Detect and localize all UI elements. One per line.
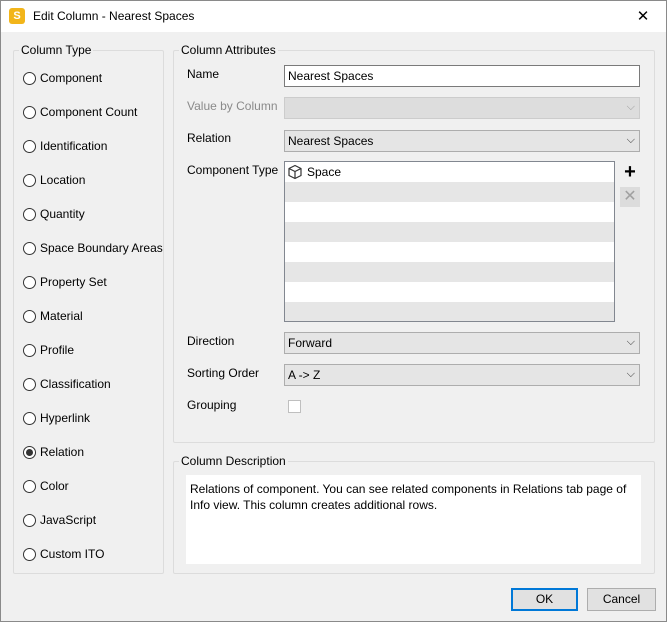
radio-color[interactable]: Color <box>23 478 69 494</box>
relation-label: Relation <box>187 131 232 145</box>
radio-label: Relation <box>40 445 85 459</box>
radio-indicator[interactable] <box>23 241 36 255</box>
window-title: Edit Column - Nearest Spaces <box>33 9 195 23</box>
ok-button[interactable]: OK <box>511 588 578 611</box>
direction-label: Direction <box>187 334 235 348</box>
cube-icon <box>288 164 302 180</box>
chevron-down-icon: ⌵ <box>626 336 635 348</box>
direction-select[interactable]: Forward ⌵ <box>284 332 640 354</box>
grouping-label: Grouping <box>187 398 237 412</box>
list-item[interactable]: Space <box>285 162 614 182</box>
radio-label: Quantity <box>40 207 85 221</box>
chevron-down-icon: ⌵ <box>626 368 635 380</box>
name-label: Name <box>187 67 220 81</box>
radio-indicator[interactable] <box>23 343 36 357</box>
value-by-column-select[interactable]: ⌵ <box>284 97 640 119</box>
radio-label: Custom ITO <box>40 547 105 561</box>
relation-select[interactable]: Nearest Spaces ⌵ <box>284 130 640 152</box>
radio-identification[interactable]: Identification <box>23 138 107 154</box>
radio-label: Component Count <box>40 105 138 119</box>
radio-indicator[interactable] <box>23 479 36 493</box>
list-item[interactable] <box>285 222 614 242</box>
edit-column-dialog: S Edit Column - Nearest Spaces ✕ Column … <box>0 0 667 622</box>
radio-label: Color <box>40 479 69 493</box>
radio-space-boundary-areas[interactable]: Space Boundary Areas <box>23 240 163 256</box>
radio-indicator[interactable] <box>23 377 36 391</box>
radio-indicator[interactable] <box>23 547 36 561</box>
radio-indicator[interactable] <box>23 173 36 187</box>
list-item-label: Space <box>307 165 342 179</box>
sorting-order-label: Sorting Order <box>187 366 260 380</box>
relation-value: Nearest Spaces <box>288 134 374 148</box>
cancel-button[interactable]: Cancel <box>587 588 656 611</box>
radio-property-set[interactable]: Property Set <box>23 274 107 290</box>
radio-hyperlink[interactable]: Hyperlink <box>23 410 90 426</box>
radio-indicator[interactable] <box>23 139 36 153</box>
column-attributes-legend: Column Attributes <box>179 43 278 57</box>
direction-value: Forward <box>288 336 333 350</box>
column-description-legend: Column Description <box>179 454 288 468</box>
title-bar: S Edit Column - Nearest Spaces ✕ <box>1 1 666 32</box>
column-type-legend: Column Type <box>19 43 94 57</box>
radio-profile[interactable]: Profile <box>23 342 74 358</box>
close-button[interactable]: ✕ <box>620 1 666 32</box>
radio-label: Material <box>40 309 83 323</box>
remove-component-type-button[interactable]: ✕ <box>620 187 640 207</box>
list-item[interactable] <box>285 302 614 321</box>
list-item[interactable] <box>285 262 614 282</box>
radio-indicator[interactable] <box>23 309 36 323</box>
radio-indicator[interactable] <box>23 105 36 119</box>
radio-location[interactable]: Location <box>23 172 85 188</box>
radio-indicator[interactable] <box>23 275 36 289</box>
radio-indicator[interactable] <box>23 411 36 425</box>
add-component-type-button[interactable]: + <box>620 162 640 182</box>
radio-custom-ito[interactable]: Custom ITO <box>23 546 104 562</box>
radio-relation[interactable]: Relation <box>23 444 84 460</box>
radio-label: Property Set <box>40 275 107 289</box>
sorting-order-value: A -> Z <box>288 368 321 382</box>
radio-indicator[interactable] <box>23 513 36 527</box>
radio-indicator[interactable] <box>23 71 36 85</box>
radio-label: Classification <box>40 377 111 391</box>
list-item[interactable] <box>285 182 614 202</box>
component-type-list[interactable]: Space <box>284 161 615 322</box>
radio-quantity[interactable]: Quantity <box>23 206 85 222</box>
radio-label: Hyperlink <box>40 411 91 425</box>
grouping-checkbox[interactable] <box>288 400 301 413</box>
radio-label: Component <box>40 71 103 85</box>
chevron-down-icon: ⌵ <box>626 134 635 146</box>
list-item[interactable] <box>285 282 614 302</box>
column-description-text: Relations of component. You can see rela… <box>186 475 641 564</box>
name-input[interactable]: Nearest Spaces <box>284 65 640 87</box>
app-icon: S <box>9 8 25 24</box>
radio-label: Identification <box>40 139 108 153</box>
radio-javascript[interactable]: JavaScript <box>23 512 96 528</box>
list-item[interactable] <box>285 202 614 222</box>
value-by-column-label: Value by Column <box>187 99 278 113</box>
radio-indicator[interactable] <box>23 445 36 459</box>
list-item[interactable] <box>285 242 614 262</box>
component-type-label: Component Type <box>187 163 279 177</box>
radio-component-count[interactable]: Component Count <box>23 104 137 120</box>
radio-material[interactable]: Material <box>23 308 83 324</box>
radio-classification[interactable]: Classification <box>23 376 111 392</box>
radio-label: Location <box>40 173 86 187</box>
radio-label: JavaScript <box>40 513 97 527</box>
radio-label: Profile <box>40 343 75 357</box>
radio-indicator[interactable] <box>23 207 36 221</box>
chevron-down-icon: ⌵ <box>626 101 635 113</box>
radio-label: Space Boundary Areas <box>40 241 163 255</box>
radio-component[interactable]: Component <box>23 70 102 86</box>
sorting-order-select[interactable]: A -> Z ⌵ <box>284 364 640 386</box>
